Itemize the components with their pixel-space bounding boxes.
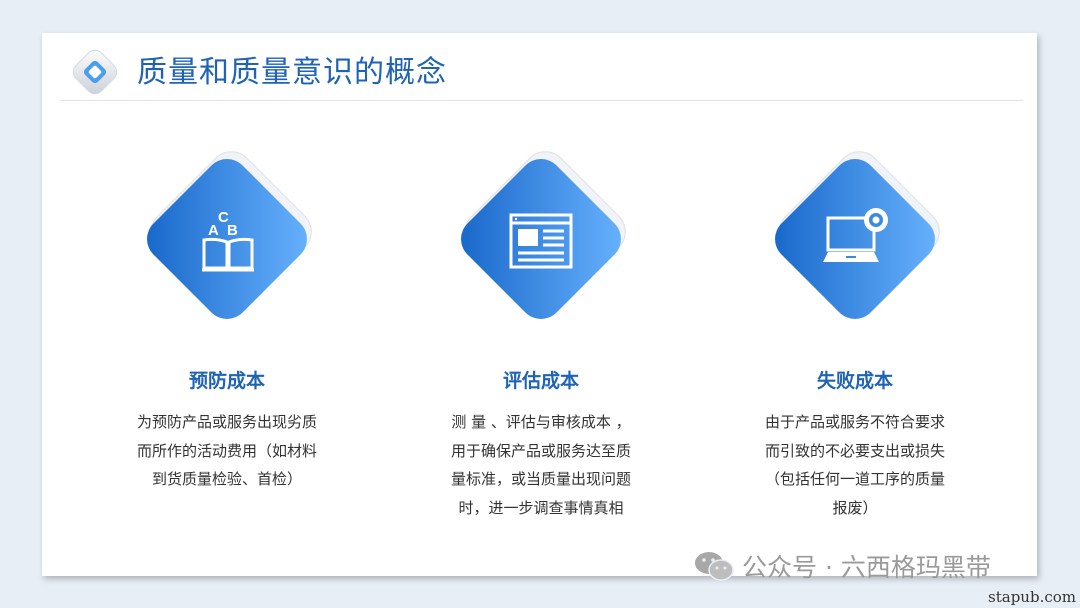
svg-text:B: B	[227, 222, 238, 239]
site-link[interactable]: stapub.com	[988, 588, 1076, 606]
watermark-text: 公众号 · 六西格玛黑带	[742, 553, 991, 582]
card-line: 到货质量检验、首检）	[151, 470, 302, 488]
document-icon	[509, 213, 573, 269]
laptop-webcam-icon	[823, 208, 888, 262]
title-diamond-icon	[72, 49, 118, 95]
card-prevention-cost: C A B 预防成本 为预防产品或服务出现劣质 而所作的活动费用（如材料 到货质…	[107, 141, 347, 521]
card-line: 而引致的不必要支出或损失	[764, 441, 945, 460]
card-description: 为预防产品或服务出现劣质 而所作的活动费用（如材料 到货质量检验、首检）	[107, 408, 347, 494]
card-line: 而所作的活动费用（如材料	[136, 441, 317, 460]
card-line: 用于确保产品或服务达至质	[450, 441, 631, 460]
card-description: 由于产品或服务不符合要求 而引致的不必要支出或损失 （包括任何一道工序的质量 报…	[735, 408, 975, 522]
watermark: 公众号 · 六西格玛黑带	[694, 548, 991, 584]
card-line: 由于产品或服务不符合要求	[764, 413, 945, 431]
card-title: 预防成本	[188, 370, 265, 392]
page-title: 质量和质量意识的概念	[137, 55, 447, 90]
card-line: 为预防产品或服务出现劣质	[136, 413, 317, 431]
svg-text:A: A	[208, 222, 219, 239]
diamond-tile	[436, 141, 646, 341]
card-line: 量标准，或当质量出现问题	[450, 470, 631, 488]
card-line: 报废）	[832, 498, 878, 517]
title-divider	[60, 100, 1023, 101]
card-description: 测 量 、评估与审核成本 ， 用于确保产品或服务达至质 量标准，或当质量出现问题…	[421, 408, 661, 522]
card-line: （包括任何一道工序的质量	[764, 470, 945, 488]
card-line: 测 量 、评估与审核成本 ，	[451, 413, 631, 431]
wechat-icon	[695, 552, 734, 581]
slide: 质量和质量意识的概念 C A B 预防成本 为预防产品或服务出现劣质 而所作的活…	[42, 33, 1037, 576]
diamond-tile: C A B	[122, 141, 332, 341]
card-appraisal-cost: 评估成本 测 量 、评估与审核成本 ， 用于确保产品或服务达至质 量标准，或当质…	[421, 141, 661, 521]
card-failure-cost: 失败成本 由于产品或服务不符合要求 而引致的不必要支出或损失 （包括任何一道工序…	[735, 141, 975, 521]
diamond-tile	[750, 141, 960, 341]
book-abc-icon: C A B	[202, 209, 254, 272]
card-title: 失败成本	[816, 370, 893, 392]
card-title: 评估成本	[502, 370, 579, 392]
card-line: 时，进一步调查事情真相	[458, 498, 624, 517]
